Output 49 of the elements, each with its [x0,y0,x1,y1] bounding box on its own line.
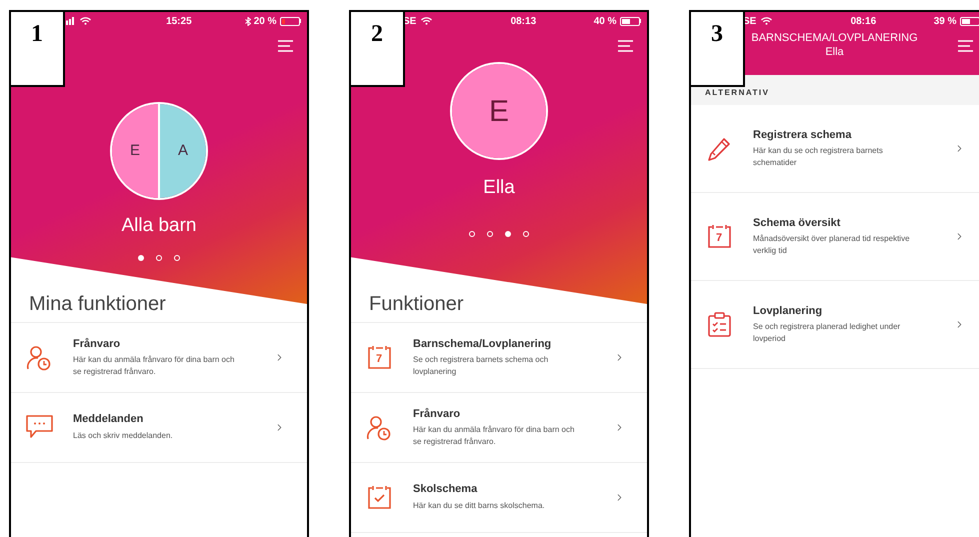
item-title: Skolschema [413,483,478,498]
calendar-check-icon [366,485,392,510]
section-title: ALTERNATIV [705,89,770,97]
page-subtitle: Ella [825,46,844,60]
battery-percent: 39 % [934,14,956,28]
figure-number: 3 [711,22,723,46]
item-title: Frånvaro [413,408,462,422]
child-name: Alla barn [120,214,198,238]
person-clock-icon [26,344,52,370]
child-avatar[interactable]: E [450,62,548,160]
status-time: 08:16 [850,14,878,28]
child-name: Ella [482,176,516,200]
battery-percent: 40 % [594,14,616,28]
item-description: Läs och skriv meddelanden. [73,430,174,442]
battery-percent: 20 % [254,14,276,28]
item-description: Se och registrera planerad ledighet under lovperiod [753,321,902,344]
wifi-icon [421,17,432,25]
item-title: Lovplanering [753,304,824,318]
calendar-day: 7 [716,232,722,244]
item-title: Barnschema/Lovplanering [413,338,552,352]
item-description: Här kan du anmäla frånvaro för dina barn och se registrerad frånvaro. [413,424,576,448]
wifi-icon [761,17,772,25]
menu-icon[interactable] [278,40,293,52]
item-description: Se och registrera barnets schema och lovplanering [413,354,550,378]
figure-number: 1 [31,22,43,46]
status-time: 08:13 [510,14,538,28]
figure-number: 2 [371,22,383,46]
item-title: Meddelanden [73,413,144,428]
item-description: Här kan du se och registrera barnets schematider [753,145,884,168]
item-title: Schema översikt [753,216,842,230]
menu-icon[interactable] [618,40,633,52]
item-title: Frånvaro [73,338,122,352]
pencil-icon [707,136,731,160]
avatar-initial: E [488,94,509,130]
item-title: Registrera schema [753,128,852,142]
chat-icon [26,415,52,440]
calendar-day: 7 [376,354,382,364]
child-avatar[interactable]: E A [110,102,208,200]
avatar-initial: A [178,140,188,161]
wifi-icon [80,17,91,25]
page-title: BARNSCHEMA/LOVPLANERING [751,32,918,46]
status-time: 15:25 [165,14,193,28]
item-description: Här kan du anmäla frånvaro för dina barn och se registrerad frånvaro. [73,354,236,378]
item-description: Månadsöversikt över planerad tid respektive verklig tid [753,233,911,256]
person-clock-icon [366,414,392,440]
menu-icon[interactable] [958,40,973,52]
clipboard-icon [708,312,730,337]
item-description: Här kan du se ditt barns skolschema. [413,500,546,512]
avatar-initial: E [130,140,140,161]
